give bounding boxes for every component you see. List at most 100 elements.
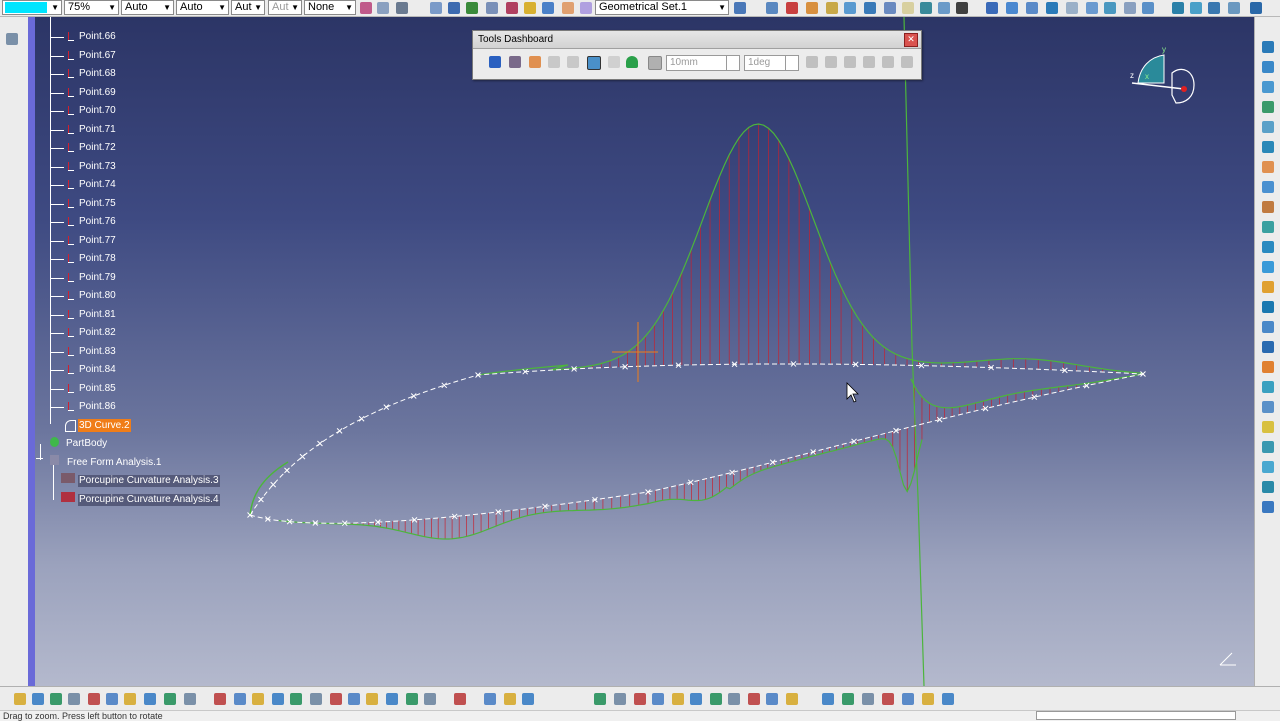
tree-item-point[interactable]: Point.75 <box>79 198 116 210</box>
distance-icon[interactable] <box>1142 2 1154 14</box>
plane-icon[interactable] <box>542 2 554 14</box>
standard-tool-icon[interactable] <box>614 693 626 705</box>
workbench-tool-icon[interactable] <box>1262 181 1274 193</box>
ship-icon[interactable] <box>1250 2 1262 14</box>
tree-item-point[interactable]: Point.69 <box>79 87 116 99</box>
tree-item-3d-curve[interactable]: 3D Curve.2 <box>78 419 131 432</box>
workbench-tool-icon[interactable] <box>1262 441 1274 453</box>
line-thickness-combo[interactable]: Auto ▼ <box>121 0 174 15</box>
standard-tool-icon[interactable] <box>406 693 418 705</box>
offset-icon[interactable] <box>844 2 856 14</box>
standard-tool-icon[interactable] <box>214 693 226 705</box>
tree-item-point[interactable]: Point.82 <box>79 327 116 339</box>
blend-icon[interactable] <box>884 2 896 14</box>
trim-icon[interactable] <box>938 2 950 14</box>
standard-tool-icon[interactable] <box>710 693 722 705</box>
snap-icon[interactable] <box>1006 2 1018 14</box>
standard-tool-icon[interactable] <box>106 693 118 705</box>
split-icon[interactable] <box>920 2 932 14</box>
standard-tool-icon[interactable] <box>68 693 80 705</box>
workbench-tool-icon[interactable] <box>1262 461 1274 473</box>
workbench-tool-icon[interactable] <box>1262 101 1274 113</box>
standard-tool-icon[interactable] <box>634 693 646 705</box>
geometrical-set-combo[interactable]: Geometrical Set.1 ▼ <box>595 0 729 15</box>
standard-tool-icon[interactable] <box>766 693 778 705</box>
standard-tool-icon[interactable] <box>386 693 398 705</box>
standard-tool-icon[interactable] <box>672 693 684 705</box>
workbench-tool-icon[interactable] <box>1262 141 1274 153</box>
standard-tool-icon[interactable] <box>272 693 284 705</box>
standard-tool-icon[interactable] <box>454 693 466 705</box>
tree-item-point[interactable]: Point.80 <box>79 290 116 302</box>
workbench-tool-icon[interactable] <box>1262 321 1274 333</box>
line-icon[interactable] <box>524 2 536 14</box>
standard-tool-icon[interactable] <box>594 693 606 705</box>
curvature-icon[interactable] <box>1124 2 1136 14</box>
tools-dashboard[interactable]: Tools Dashboard ✕ 10mm 1deg <box>472 30 922 80</box>
tree-item-point[interactable]: Point.66 <box>79 31 116 43</box>
standard-tool-icon[interactable] <box>32 693 44 705</box>
standard-tool-icon[interactable] <box>184 693 196 705</box>
tree-item-point[interactable]: Point.78 <box>79 253 116 265</box>
workbench-tool-icon[interactable] <box>1262 281 1274 293</box>
tree-item-point[interactable]: Point.86 <box>79 401 116 413</box>
tree-item-point[interactable]: Point.73 <box>79 161 116 173</box>
grid-icon[interactable] <box>986 2 998 14</box>
workbench-tool-icon[interactable] <box>1262 61 1274 73</box>
join-icon[interactable] <box>902 2 914 14</box>
standard-tool-icon[interactable] <box>14 693 26 705</box>
step-distance-spinner[interactable] <box>726 55 740 71</box>
standard-tool-icon[interactable] <box>252 693 264 705</box>
standard-tool-icon[interactable] <box>124 693 136 705</box>
refresh-icon[interactable] <box>430 2 442 14</box>
stack-icon[interactable] <box>1228 2 1240 14</box>
standard-tool-icon[interactable] <box>822 693 834 705</box>
paint-brush-icon[interactable] <box>360 2 372 14</box>
point-type-combo[interactable]: Aut ▼ <box>231 0 265 15</box>
standard-tool-icon[interactable] <box>234 693 246 705</box>
standard-tool-icon[interactable] <box>504 693 516 705</box>
step-distance-field[interactable]: 10mm <box>666 55 732 71</box>
snap-to-point-icon[interactable] <box>587 56 601 70</box>
tree-item-point[interactable]: Point.70 <box>79 105 116 117</box>
curve-connect-icon[interactable] <box>766 2 778 14</box>
tree-item-point[interactable]: Point.84 <box>79 364 116 376</box>
tree-item-point[interactable]: Point.81 <box>79 309 116 321</box>
tree-item-point[interactable]: Point.71 <box>79 124 116 136</box>
workbench-tool-icon[interactable] <box>1262 361 1274 373</box>
standard-tool-icon[interactable] <box>690 693 702 705</box>
compass-manipulate-icon[interactable] <box>626 56 638 68</box>
workbench-tool-icon[interactable] <box>1262 241 1274 253</box>
workbench-tool-icon[interactable] <box>1262 501 1274 513</box>
globe-icon[interactable] <box>448 2 460 14</box>
fill-icon[interactable] <box>826 2 838 14</box>
standard-tool-icon[interactable] <box>522 693 534 705</box>
tree-item-point[interactable]: Point.72 <box>79 142 116 154</box>
line-type-combo[interactable]: Auto ▼ <box>176 0 229 15</box>
tree-item-point[interactable]: Point.76 <box>79 216 116 228</box>
magnifier-icon[interactable] <box>396 2 408 14</box>
standard-tool-icon[interactable] <box>728 693 740 705</box>
workbench-tool-icon[interactable] <box>1262 421 1274 433</box>
standard-tool-icon[interactable] <box>366 693 378 705</box>
standard-tool-icon[interactable] <box>164 693 176 705</box>
workbench-tool-icon[interactable] <box>1262 381 1274 393</box>
point-icon[interactable] <box>506 2 518 14</box>
standard-tool-icon[interactable] <box>842 693 854 705</box>
standard-tool-icon[interactable] <box>748 693 760 705</box>
standard-tool-icon[interactable] <box>424 693 436 705</box>
step-angle-spinner[interactable] <box>785 55 799 71</box>
play-icon[interactable] <box>466 2 478 14</box>
workbench-tool-icon[interactable] <box>1262 201 1274 213</box>
layer-combo[interactable]: None ▼ <box>304 0 356 15</box>
tree-item-point[interactable]: Point.74 <box>79 179 116 191</box>
porcupine-icon[interactable] <box>1086 2 1098 14</box>
3d-grid-icon[interactable] <box>509 56 521 68</box>
standard-tool-icon[interactable] <box>882 693 894 705</box>
tree-item-point[interactable]: Point.85 <box>79 383 116 395</box>
tree-item-point[interactable]: Point.79 <box>79 272 116 284</box>
properties-icon[interactable] <box>377 2 389 14</box>
tree-item-point[interactable]: Point.77 <box>79 235 116 247</box>
standard-tool-icon[interactable] <box>50 693 62 705</box>
3d-viewport[interactable]: x y z Point.66 Point.67 Point.68 Point.69 Po… <box>28 17 1254 686</box>
